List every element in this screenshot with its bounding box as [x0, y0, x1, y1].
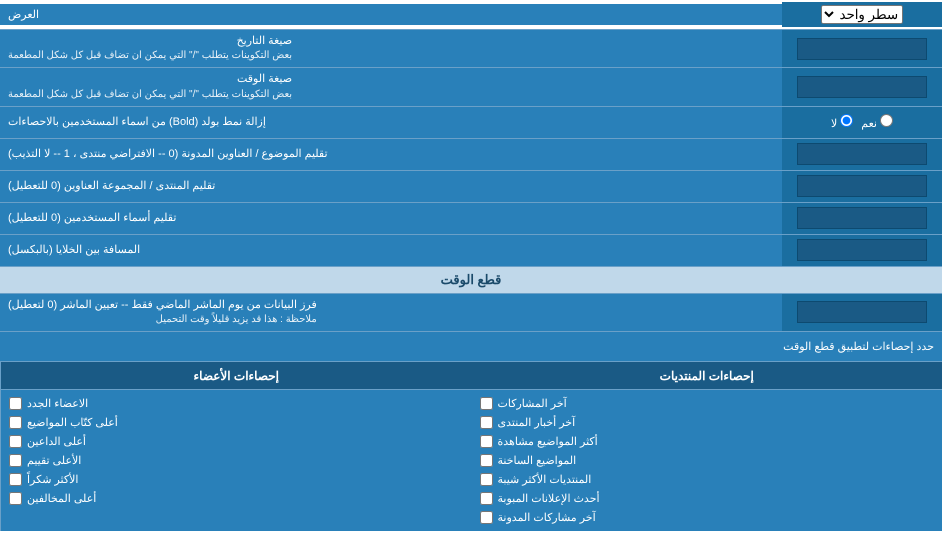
bold-remove-row: نعم لا إزالة نمط بولد (Bold) من اسماء ال… — [0, 107, 942, 139]
forum-titles-input-container: 33 — [782, 171, 942, 202]
stats-body: آخر المشاركات آخر أخبار المنتدى أكثر الم… — [0, 390, 942, 531]
checkbox-forum-news[interactable] — [480, 416, 493, 429]
usernames-trim-row: 0 تقليم أسماء المستخدمين (0 للتعطيل) — [0, 203, 942, 235]
checkbox-most-viewed[interactable] — [480, 435, 493, 448]
time-format-label: صيغة الوقت بعض التكوينات يتطلب "/" التي … — [0, 68, 782, 105]
forum-titles-label: تقليم المنتدى / المجموعة العناوين (0 للت… — [0, 171, 782, 202]
list-item: الأكثر شكراً — [9, 470, 464, 489]
checkbox-top-posters[interactable] — [9, 416, 22, 429]
bold-yes-radio[interactable] — [880, 114, 893, 127]
stats-section: إحصاءات المنتديات إحصاءات الأعضاء آخر ال… — [0, 362, 942, 531]
display-select-container: سطر واحد سطران ثلاثة أسطر — [782, 2, 942, 27]
topic-titles-label: تقليم الموضوع / العناوين المدونة (0 -- ا… — [0, 139, 782, 170]
list-item: أعلى الداعين — [9, 432, 464, 451]
checkbox-last-posts[interactable] — [480, 397, 493, 410]
bold-radio-container: نعم لا — [782, 107, 942, 138]
list-item: المواضيع الساخنة — [480, 451, 935, 470]
time-format-input[interactable]: H:i — [797, 76, 927, 98]
checkbox-latest-classified[interactable] — [480, 492, 493, 505]
stats-header-row: إحصاءات المنتديات إحصاءات الأعضاء — [0, 362, 942, 390]
time-filter-input-container: 0 — [782, 294, 942, 331]
stats-col2-header: إحصاءات الأعضاء — [0, 362, 472, 389]
time-filter-label: فرز البيانات من يوم الماشر الماضي فقط --… — [0, 294, 782, 331]
stats-limit-row: حدد إحصاءات لتطبيق قطع الوقت — [0, 332, 942, 362]
date-format-label: صيغة التاريخ بعض التكوينات يتطلب "/" الت… — [0, 30, 782, 67]
bold-no-radio[interactable] — [840, 114, 853, 127]
forum-titles-row: 33 تقليم المنتدى / المجموعة العناوين (0 … — [0, 171, 942, 203]
list-item: أعلى كتّاب المواضيع — [9, 413, 464, 432]
date-format-input[interactable]: d-m — [797, 38, 927, 60]
checkbox-highest-rated[interactable] — [9, 454, 22, 467]
list-item: أعلى المخالفين — [9, 489, 464, 508]
checkbox-top-referrers[interactable] — [9, 435, 22, 448]
cell-spacing-row: 2 المسافة بين الخلايا (بالبكسل) — [0, 235, 942, 267]
list-item: أحدث الإعلانات المبوبة — [480, 489, 935, 508]
date-format-input-container: d-m — [782, 30, 942, 67]
list-item: أكثر المواضيع مشاهدة — [480, 432, 935, 451]
list-item: آخر المشاركات — [480, 394, 935, 413]
stats-col2: الاعضاء الجدد أعلى كتّاب المواضيع أعلى ا… — [0, 390, 472, 531]
checkbox-most-thanked[interactable] — [9, 473, 22, 486]
bold-radio-group: نعم لا — [831, 114, 893, 130]
usernames-trim-input-container: 0 — [782, 203, 942, 234]
bold-no-label: لا — [831, 114, 853, 130]
time-filter-input[interactable]: 0 — [797, 301, 927, 323]
cell-spacing-label: المسافة بين الخلايا (بالبكسل) — [0, 235, 782, 266]
checkbox-hot-topics[interactable] — [480, 454, 493, 467]
time-format-input-container: H:i — [782, 68, 942, 105]
topic-titles-input[interactable]: 33 — [797, 143, 927, 165]
cell-spacing-input[interactable]: 2 — [797, 239, 927, 261]
time-format-row: H:i صيغة الوقت بعض التكوينات يتطلب "/" ا… — [0, 68, 942, 106]
list-item: الاعضاء الجدد — [9, 394, 464, 413]
stats-col1-header: إحصاءات المنتديات — [472, 362, 942, 389]
forum-titles-input[interactable]: 33 — [797, 175, 927, 197]
date-format-row: d-m صيغة التاريخ بعض التكوينات يتطلب "/"… — [0, 30, 942, 68]
list-item: الأعلى تقييم — [9, 451, 464, 470]
cell-spacing-input-container: 2 — [782, 235, 942, 266]
time-section-row: 0 فرز البيانات من يوم الماشر الماضي فقط … — [0, 294, 942, 332]
usernames-trim-label: تقليم أسماء المستخدمين (0 للتعطيل) — [0, 203, 782, 234]
display-label: العرض — [0, 4, 782, 25]
bold-remove-label: إزالة نمط بولد (Bold) من اسماء المستخدمي… — [0, 107, 782, 138]
topic-titles-input-container: 33 — [782, 139, 942, 170]
checkbox-new-members[interactable] — [9, 397, 22, 410]
usernames-trim-input[interactable]: 0 — [797, 207, 927, 229]
checkbox-top-violators[interactable] — [9, 492, 22, 505]
display-select[interactable]: سطر واحد سطران ثلاثة أسطر — [821, 5, 903, 24]
display-row: سطر واحد سطران ثلاثة أسطر العرض — [0, 0, 942, 30]
stats-col1: آخر المشاركات آخر أخبار المنتدى أكثر الم… — [472, 390, 942, 531]
list-item: آخر مشاركات المدونة — [480, 508, 935, 527]
time-section-header: قطع الوقت — [0, 267, 942, 294]
bold-yes-label: نعم — [861, 114, 893, 130]
list-item: المنتديات الأكثر شيبة — [480, 470, 935, 489]
list-item: آخر أخبار المنتدى — [480, 413, 935, 432]
checkbox-blog-posts[interactable] — [480, 511, 493, 524]
checkbox-popular-forums[interactable] — [480, 473, 493, 486]
topic-titles-row: 33 تقليم الموضوع / العناوين المدونة (0 -… — [0, 139, 942, 171]
